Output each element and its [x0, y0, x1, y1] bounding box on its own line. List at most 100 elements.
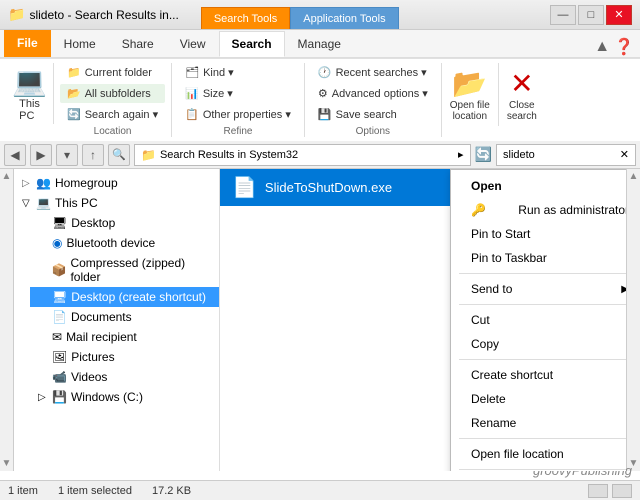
left-scrollbar[interactable]: ▲ ▼: [0, 169, 14, 471]
ctx-open-file-location[interactable]: Open file location: [451, 442, 626, 466]
search-again-btn[interactable]: 🔄 Search again ▾: [60, 105, 165, 124]
ctx-run-as-admin[interactable]: 🔑Run as administrator: [451, 198, 626, 222]
ctx-sep-1: [459, 273, 626, 274]
location-group-label: Location: [60, 126, 165, 137]
close-search-label: Closesearch: [507, 100, 537, 122]
up-button[interactable]: ↑: [82, 144, 104, 166]
close-button[interactable]: ✕: [606, 5, 632, 25]
desktop-icon: 🖥: [52, 216, 67, 230]
clock-icon: 🕐: [318, 66, 332, 79]
refresh-btn[interactable]: 🔄: [475, 146, 492, 163]
this-pc-icon: 💻: [12, 65, 47, 98]
current-folder-btn[interactable]: 📁 Current folder: [60, 63, 165, 82]
context-menu: Open 🔑Run as administrator Pin to Start …: [450, 169, 626, 471]
this-pc-button[interactable]: 💻 ThisPC: [12, 65, 47, 122]
videos-icon: 📹: [52, 370, 67, 384]
ribbon-tabs: File Home Share View Search Manage ▲ ❓: [0, 30, 640, 58]
status-size: 17.2 KB: [152, 485, 191, 497]
exe-file-icon: 📄: [232, 175, 257, 200]
expand-homegroup: ▷: [22, 178, 32, 189]
size-btn[interactable]: 📊 Size ▾: [178, 84, 298, 103]
kind-icon: 🗂: [185, 66, 199, 79]
forward-button[interactable]: ▶: [30, 144, 52, 166]
ctx-send-to[interactable]: Send to ▶: [451, 277, 626, 301]
zip-icon: 📦: [51, 263, 66, 277]
tab-manage[interactable]: Manage: [285, 31, 354, 57]
statusbar: 1 item 1 item selected 17.2 KB: [0, 480, 640, 500]
tab-view[interactable]: View: [167, 31, 219, 57]
address-text: Search Results in System32: [160, 149, 454, 161]
tab-home[interactable]: Home: [51, 31, 109, 57]
maximize-button[interactable]: □: [578, 5, 604, 25]
ctx-pin-to-start[interactable]: Pin to Start: [451, 222, 626, 246]
tree-item-homegroup[interactable]: ▷ 👥 Homegroup: [14, 173, 219, 193]
tree-item-desktop[interactable]: 🖥 Desktop: [30, 213, 219, 233]
all-subfolders-btn[interactable]: 📂 All subfolders: [60, 84, 165, 103]
details-view-btn[interactable]: [612, 484, 632, 498]
application-tools-tab[interactable]: Application Tools: [290, 7, 398, 29]
ribbon-content: 💻 ThisPC 📁 Current folder 📂 All subfolde…: [0, 58, 640, 141]
ctx-sep-2: [459, 304, 626, 305]
ctx-cut[interactable]: Cut: [451, 308, 626, 332]
tree-item-this-pc[interactable]: ▽ 💻 This PC: [14, 193, 219, 213]
kind-btn[interactable]: 🗂 Kind ▾: [178, 63, 298, 82]
tree-item-desktop-shortcut[interactable]: 🖥 Desktop (create shortcut): [30, 287, 219, 307]
file-panel: 📄 SlideToShutDown.exe Size: 17.2 KB Open…: [220, 169, 626, 471]
help-up-btn[interactable]: ▲: [594, 38, 610, 56]
homegroup-icon: 👥: [36, 176, 51, 190]
ctx-delete[interactable]: Delete: [451, 387, 626, 411]
refine-group-label: Refine: [178, 126, 298, 137]
other-properties-btn[interactable]: 📋 Other properties ▾: [178, 105, 298, 124]
tab-file[interactable]: File: [4, 29, 51, 57]
right-scrollbar[interactable]: ▲ ▼: [626, 169, 640, 471]
help-btn[interactable]: ❓: [614, 37, 634, 57]
open-folder-icon: 📂: [452, 67, 487, 100]
tab-search[interactable]: Search: [219, 31, 285, 57]
open-file-location-label: Open filelocation: [450, 100, 490, 122]
search-tools-tab[interactable]: Search Tools: [201, 7, 290, 29]
tree-item-documents[interactable]: 📄 Documents: [30, 307, 219, 327]
tree-item-mail[interactable]: ✉ Mail recipient: [30, 327, 219, 347]
ctx-copy[interactable]: Copy: [451, 332, 626, 356]
ctx-rename[interactable]: Rename: [451, 411, 626, 435]
open-file-location-btn[interactable]: 📂 Open filelocation: [442, 63, 499, 126]
recent-searches-btn[interactable]: 🕐 Recent searches ▾: [311, 63, 435, 82]
ctx-open[interactable]: Open: [451, 174, 626, 198]
documents-icon: 📄: [52, 310, 67, 324]
tree-item-compressed[interactable]: 📦 Compressed (zipped) folder: [30, 253, 219, 287]
expand-this-pc: ▽: [22, 198, 32, 209]
status-item-count: 1 item: [8, 485, 38, 497]
tree-item-windows[interactable]: ▷ 💾 Windows (C:): [30, 387, 219, 407]
advanced-options-btn[interactable]: ⚙ Advanced options ▾: [311, 84, 435, 103]
this-pc-label: ThisPC: [19, 98, 40, 122]
ctx-create-shortcut[interactable]: Create shortcut: [451, 363, 626, 387]
navbar: ◀ ▶ ▾ ↑ 🔍 📁 Search Results in System32 ▸…: [0, 141, 640, 169]
titlebar: 📁 slideto - Search Results in... Search …: [0, 0, 640, 30]
window-title: slideto - Search Results in...: [29, 8, 180, 22]
recent-locations-button[interactable]: ▾: [56, 144, 78, 166]
tree-item-videos[interactable]: 📹 Videos: [30, 367, 219, 387]
save-icon: 💾: [318, 108, 332, 121]
tree-item-pictures[interactable]: 🖼 Pictures: [30, 347, 219, 367]
expand-windows: ▷: [38, 392, 48, 403]
close-search-btn[interactable]: ✕ Closesearch: [499, 63, 545, 126]
back-button[interactable]: ◀: [4, 144, 26, 166]
shortcut-icon: 🖥: [52, 290, 67, 304]
options-group-label: Options: [311, 126, 435, 137]
folder-icon: 📁: [67, 66, 81, 79]
address-bar[interactable]: 📁 Search Results in System32 ▸: [134, 144, 471, 166]
search-input-bar[interactable]: slideto ✕: [496, 144, 636, 166]
pictures-icon: 🖼: [52, 350, 67, 364]
list-view-btn[interactable]: [588, 484, 608, 498]
minimize-button[interactable]: —: [550, 5, 576, 25]
ctx-pin-to-taskbar[interactable]: Pin to Taskbar: [451, 246, 626, 270]
main-area: ▲ ▼ ▷ 👥 Homegroup ▽ 💻 This PC 🖥 Desktop …: [0, 169, 640, 471]
send-to-arrow: ▶: [621, 284, 626, 295]
window-controls: — □ ✕: [550, 5, 632, 25]
refresh-icon: 🔄: [67, 108, 81, 121]
search-clear-icon[interactable]: ✕: [620, 148, 629, 161]
tree-item-bluetooth[interactable]: ◉ Bluetooth device: [30, 233, 219, 253]
tab-share[interactable]: Share: [109, 31, 167, 57]
save-search-btn[interactable]: 💾 Save search: [311, 105, 435, 124]
size-icon: 📊: [185, 87, 199, 100]
